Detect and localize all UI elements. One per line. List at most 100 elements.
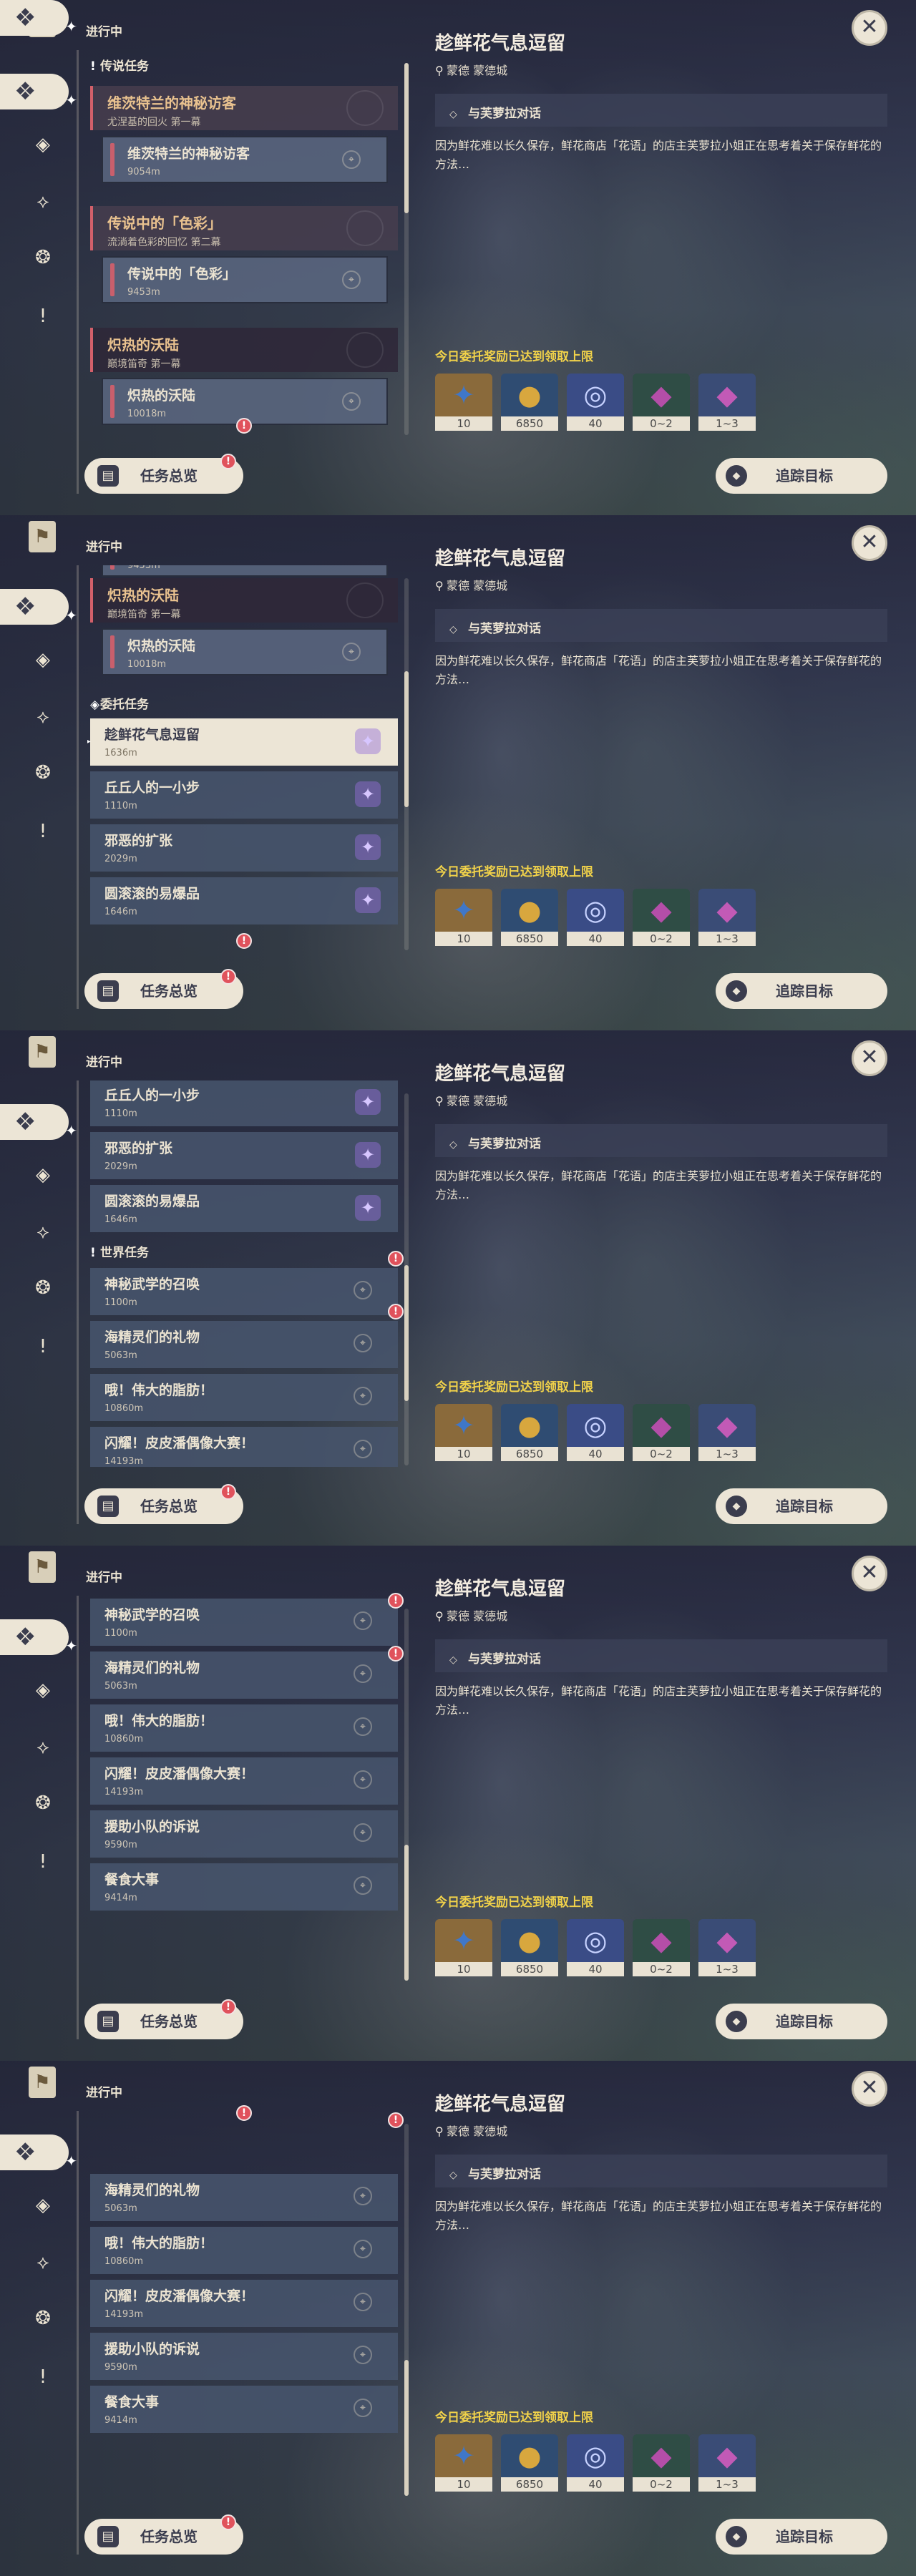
commission-item-selected[interactable]: ▶ 趁鲜花气息逗留 1636m ✦ <box>87 718 398 766</box>
legend-category-tab[interactable]: ◈ <box>27 1674 59 1706</box>
legend-category-tab[interactable]: ◈ <box>27 129 59 160</box>
map-pin-icon[interactable]: ⌖ <box>354 1770 372 1789</box>
world-quest-item[interactable]: 闪耀！皮皮潘偶像大赛！ 14193m ⌖ <box>90 2280 398 2327</box>
commission-category-tab-active[interactable]: ❖ <box>0 2135 77 2179</box>
world-category-tab[interactable]: ⟡ <box>27 2247 59 2278</box>
reward-item[interactable]: ◆ 0~2 <box>633 1404 690 1461</box>
legend-quest-header[interactable]: 炽热的沃陆 巅境笛奇 第一幕 <box>90 578 398 623</box>
scroll-thumb[interactable] <box>404 1265 409 1401</box>
legend-quest-header[interactable]: 维茨特兰的神秘访客 尤涅基的回火 第一幕 <box>90 86 398 130</box>
world-category-tab[interactable]: ⟡ <box>27 701 59 733</box>
map-pin-icon[interactable]: ⌖ <box>354 1281 372 1299</box>
reward-item[interactable]: ✦ 10 <box>435 1404 492 1461</box>
commission-category-tab[interactable]: ❖ <box>0 0 77 44</box>
reward-item[interactable]: ✦ 10 <box>435 374 492 431</box>
archon-category-tab[interactable]: ❂ <box>27 757 59 789</box>
quest-book-icon[interactable]: ⚑ <box>29 1551 56 1583</box>
map-pin-icon[interactable]: ⌖ <box>354 1611 372 1630</box>
map-pin-icon[interactable]: ⌖ <box>342 392 361 411</box>
reward-item[interactable]: ● 6850 <box>501 889 558 946</box>
track-target-button[interactable]: ◆ 追踪目标 <box>716 973 887 1009</box>
quest-list[interactable]: 丘丘人的一小步 1110m ✦ 邪恶的扩张 2029m ✦ 圆滚滚的易爆品 16… <box>87 1080 402 1467</box>
commission-category-tab-active[interactable]: ❖ <box>0 74 77 118</box>
map-pin-icon[interactable]: ⌖ <box>354 1387 372 1405</box>
scroll-thumb[interactable] <box>404 1845 409 1981</box>
map-pin-icon[interactable]: ⌖ <box>354 2399 372 2417</box>
list-scrollbar[interactable] <box>404 578 409 950</box>
track-target-button[interactable]: ◆ 追踪目标 <box>716 2519 887 2555</box>
map-pin-icon[interactable]: ⌖ <box>354 1334 372 1352</box>
commission-category-tab-active[interactable]: ❖ <box>0 1104 77 1148</box>
quest-list[interactable]: 传说中的「色彩」 9453m 炽热的沃陆 巅境笛奇 第一幕 炽热的沃陆 1001… <box>87 565 402 952</box>
reward-item[interactable]: ◆ 0~2 <box>633 1919 690 1976</box>
reward-item[interactable]: ◆ 0~2 <box>633 889 690 946</box>
track-target-button[interactable]: ◆ 追踪目标 <box>716 1488 887 1524</box>
commission-item[interactable]: 圆滚滚的易爆品 1646m ✦ <box>90 1185 398 1232</box>
reward-item[interactable]: ◎ 40 <box>567 1404 624 1461</box>
archon-category-tab[interactable]: ❂ <box>27 242 59 273</box>
commission-category-tab-active[interactable]: ❖ <box>0 589 77 633</box>
quest-book-icon[interactable]: ⚑ <box>29 521 56 552</box>
quest-book-icon[interactable]: ⚑ <box>29 1036 56 1068</box>
quest-step-item[interactable]: 传说中的「色彩」 9453m ⌖ <box>102 256 388 303</box>
world-category-tab[interactable]: ⟡ <box>27 1732 59 1763</box>
map-pin-icon[interactable]: ⌖ <box>342 643 361 661</box>
world-category-tab[interactable]: ⟡ <box>27 186 59 218</box>
map-pin-icon[interactable]: ⌖ <box>354 2187 372 2205</box>
map-pin-icon[interactable]: ⌖ <box>342 270 361 289</box>
world-quest-item[interactable]: 海精灵们的礼物 5063m ⌖ <box>90 1652 398 1699</box>
commission-item[interactable]: 圆滚滚的易爆品 1646m ✦ <box>90 877 398 924</box>
track-target-button[interactable]: ◆ 追踪目标 <box>716 2004 887 2039</box>
reward-item[interactable]: ● 6850 <box>501 374 558 431</box>
map-pin-icon[interactable]: ⌖ <box>354 1876 372 1895</box>
map-pin-icon[interactable]: ⌖ <box>342 150 361 169</box>
legend-category-tab[interactable]: ◈ <box>27 644 59 675</box>
scroll-thumb[interactable] <box>404 2360 409 2496</box>
quest-overview-button[interactable]: ▤ 任务总览 ! <box>84 1999 243 2039</box>
quest-step-item[interactable]: 维茨特兰的神秘访客 9054m ⌖ <box>102 136 388 183</box>
world-quest-item[interactable]: 海精灵们的礼物 5063m ⌖ <box>90 1321 398 1368</box>
reward-item[interactable]: ◆ 1~3 <box>698 889 756 946</box>
reward-item[interactable]: ● 6850 <box>501 2434 558 2492</box>
alert-category-tab[interactable]: ! <box>27 2361 59 2393</box>
world-quest-item[interactable]: 餐食大事 9414m ⌖ <box>90 1863 398 1911</box>
reward-item[interactable]: ◆ 1~3 <box>698 2434 756 2492</box>
reward-item[interactable]: ◎ 40 <box>567 1919 624 1976</box>
reward-item[interactable]: ◆ 1~3 <box>698 1404 756 1461</box>
reward-item[interactable]: ✦ 10 <box>435 2434 492 2492</box>
quest-overview-button[interactable]: ▤ 任务总览 ! <box>84 969 243 1009</box>
legend-category-tab[interactable]: ◈ <box>27 2190 59 2221</box>
reward-item[interactable]: ● 6850 <box>501 1919 558 1976</box>
world-quest-item[interactable]: 神秘武学的召唤 1100m ⌖ <box>90 1599 398 1646</box>
reward-item[interactable]: ◆ 1~3 <box>698 374 756 431</box>
world-quest-item[interactable]: 神秘武学的召唤 1100m ⌖ <box>90 1268 398 1315</box>
legend-category-tab[interactable]: ◈ <box>27 1159 59 1191</box>
world-category-tab[interactable]: ⟡ <box>27 1216 59 1248</box>
commission-item[interactable]: 丘丘人的一小步 1110m ✦ <box>90 1080 398 1126</box>
world-quest-item[interactable]: 哦！伟大的脂肪！ 10860m ⌖ <box>90 2227 398 2274</box>
quest-step-item[interactable]: 炽热的沃陆 10018m ⌖ <box>102 628 388 675</box>
world-quest-item[interactable]: 闪耀！皮皮潘偶像大赛！ 14193m ⌖ <box>90 1427 398 1467</box>
reward-item[interactable]: ◆ 1~3 <box>698 1919 756 1976</box>
legend-quest-header[interactable]: 传说中的「色彩」 流淌着色彩的回忆 第二幕 <box>90 206 398 250</box>
map-pin-icon[interactable]: ⌖ <box>354 2346 372 2364</box>
map-pin-icon[interactable]: ⌖ <box>354 2293 372 2311</box>
reward-item[interactable]: ✦ 10 <box>435 889 492 946</box>
reward-item[interactable]: ✦ 10 <box>435 1919 492 1976</box>
commission-item[interactable]: 邪恶的扩张 2029m ✦ <box>90 1132 398 1179</box>
scroll-thumb[interactable] <box>404 63 409 213</box>
world-quest-item[interactable]: 哦！伟大的脂肪！ 10860m ⌖ <box>90 1374 398 1421</box>
quest-step-item[interactable]: 传说中的「色彩」 9453m <box>102 565 388 577</box>
reward-item[interactable]: ◆ 0~2 <box>633 2434 690 2492</box>
map-pin-icon[interactable]: ⌖ <box>354 1664 372 1683</box>
scroll-thumb[interactable] <box>404 671 409 807</box>
legend-quest-header[interactable]: 炽热的沃陆 巅境笛奇 第一幕 <box>90 328 398 372</box>
archon-category-tab[interactable]: ❂ <box>27 1787 59 1819</box>
quest-overview-button[interactable]: ▤ 任务总览 ! <box>84 2514 243 2555</box>
reward-item[interactable]: ◎ 40 <box>567 374 624 431</box>
reward-item[interactable]: ● 6850 <box>501 1404 558 1461</box>
list-scrollbar[interactable] <box>404 63 409 435</box>
quest-list[interactable]: 海精灵们的礼物 5063m ⌖ 哦！伟大的脂肪！ 10860m ⌖ 闪耀！皮皮潘… <box>87 2111 402 2497</box>
world-quest-item[interactable]: 援助小队的诉说 9590m ⌖ <box>90 2333 398 2380</box>
commission-item[interactable]: 丘丘人的一小步 1110m ✦ <box>90 771 398 819</box>
